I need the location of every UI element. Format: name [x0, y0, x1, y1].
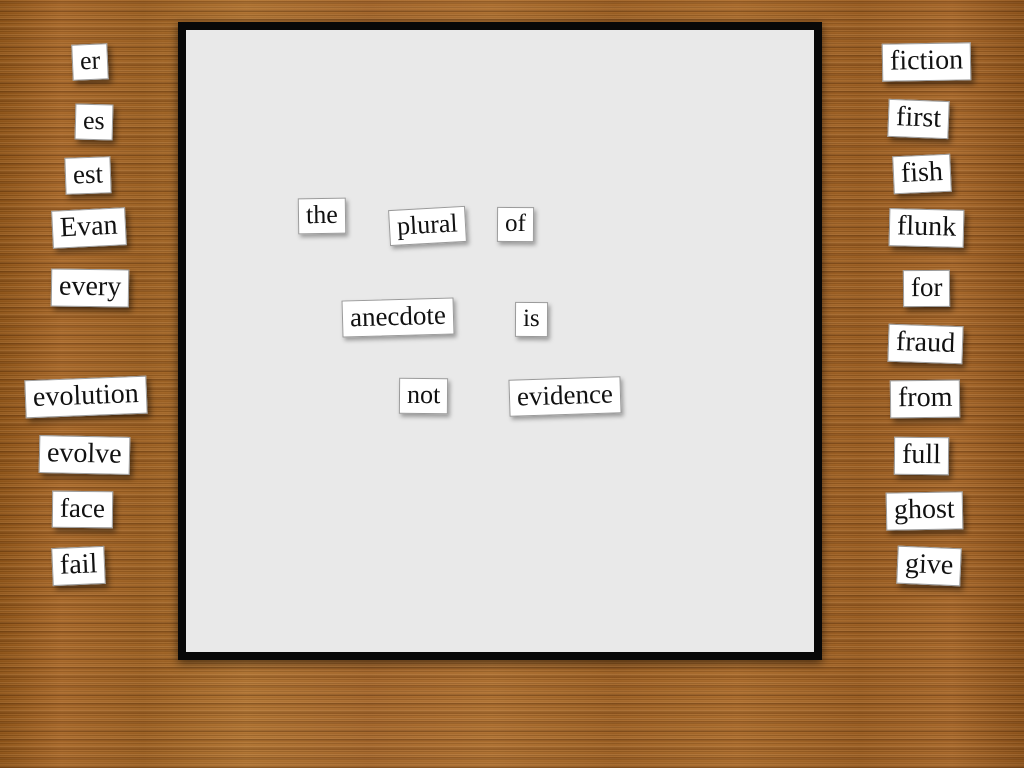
- word-tile[interactable]: every: [50, 268, 130, 308]
- word-tile-label: of: [504, 209, 526, 238]
- word-tile[interactable]: est: [64, 156, 112, 195]
- word-tile-label: evolution: [32, 377, 140, 414]
- word-tile-label: evidence: [516, 378, 614, 412]
- word-tile[interactable]: er: [71, 43, 109, 81]
- word-tile[interactable]: evolve: [38, 435, 131, 475]
- word-tile-label: full: [901, 438, 942, 471]
- word-tile[interactable]: fish: [892, 153, 952, 195]
- word-tile-label: fish: [900, 156, 944, 189]
- toolbar: [0, 662, 1024, 768]
- word-tile[interactable]: full: [893, 436, 950, 476]
- word-tile-label: fiction: [889, 44, 964, 77]
- word-tile-label: face: [59, 492, 106, 524]
- word-tile-label: fail: [59, 548, 98, 581]
- word-tile[interactable]: for: [902, 269, 951, 308]
- word-tile-label: es: [82, 105, 106, 136]
- word-tile-label: from: [897, 381, 953, 414]
- word-tile[interactable]: first: [887, 98, 950, 140]
- word-tile[interactable]: flunk: [888, 208, 965, 248]
- word-tile[interactable]: of: [496, 206, 534, 243]
- word-tile-label: Evan: [59, 209, 119, 244]
- word-tile-label: est: [72, 158, 104, 190]
- word-tile-label: give: [904, 548, 954, 581]
- word-tile[interactable]: fail: [51, 545, 107, 587]
- word-tile[interactable]: from: [889, 379, 961, 419]
- word-tile[interactable]: the: [297, 197, 347, 235]
- word-tile-label: for: [910, 271, 943, 303]
- word-tile-label: flunk: [896, 210, 957, 243]
- word-tile-label: ghost: [893, 493, 955, 526]
- magnetic-poetry-app: the plural of anecdote is not evidence er es est…: [0, 0, 1024, 768]
- word-tile[interactable]: Evan: [51, 207, 127, 249]
- word-tile-label: evolve: [46, 437, 122, 470]
- word-tile-label: not: [406, 379, 441, 410]
- word-tile[interactable]: fiction: [881, 42, 972, 82]
- poetry-board-surface[interactable]: the plural of anecdote is not evidence: [186, 30, 814, 652]
- word-tile-label: anecdote: [349, 299, 447, 333]
- word-tile[interactable]: evidence: [508, 376, 622, 417]
- word-tile[interactable]: es: [74, 103, 114, 141]
- word-tile[interactable]: plural: [388, 205, 467, 247]
- word-tile-label: plural: [396, 208, 459, 241]
- word-tile-label: is: [522, 304, 540, 333]
- word-tile[interactable]: is: [514, 301, 548, 338]
- word-tile[interactable]: ghost: [885, 491, 964, 531]
- word-tile[interactable]: give: [896, 545, 962, 587]
- poetry-board-frame: the plural of anecdote is not evidence: [178, 22, 822, 660]
- word-tile[interactable]: anecdote: [341, 297, 455, 338]
- word-tile[interactable]: fraud: [887, 323, 964, 365]
- word-tile-label: fraud: [895, 326, 956, 359]
- word-tile-label: first: [895, 101, 942, 134]
- word-tile[interactable]: evolution: [24, 375, 148, 419]
- word-tile-label: the: [305, 199, 338, 230]
- poetry-board-bevel: the plural of anecdote is not evidence: [186, 30, 814, 652]
- word-tile[interactable]: face: [51, 490, 114, 529]
- word-tile[interactable]: not: [398, 377, 449, 415]
- word-tile-label: er: [79, 45, 101, 76]
- word-tile-label: every: [58, 270, 122, 303]
